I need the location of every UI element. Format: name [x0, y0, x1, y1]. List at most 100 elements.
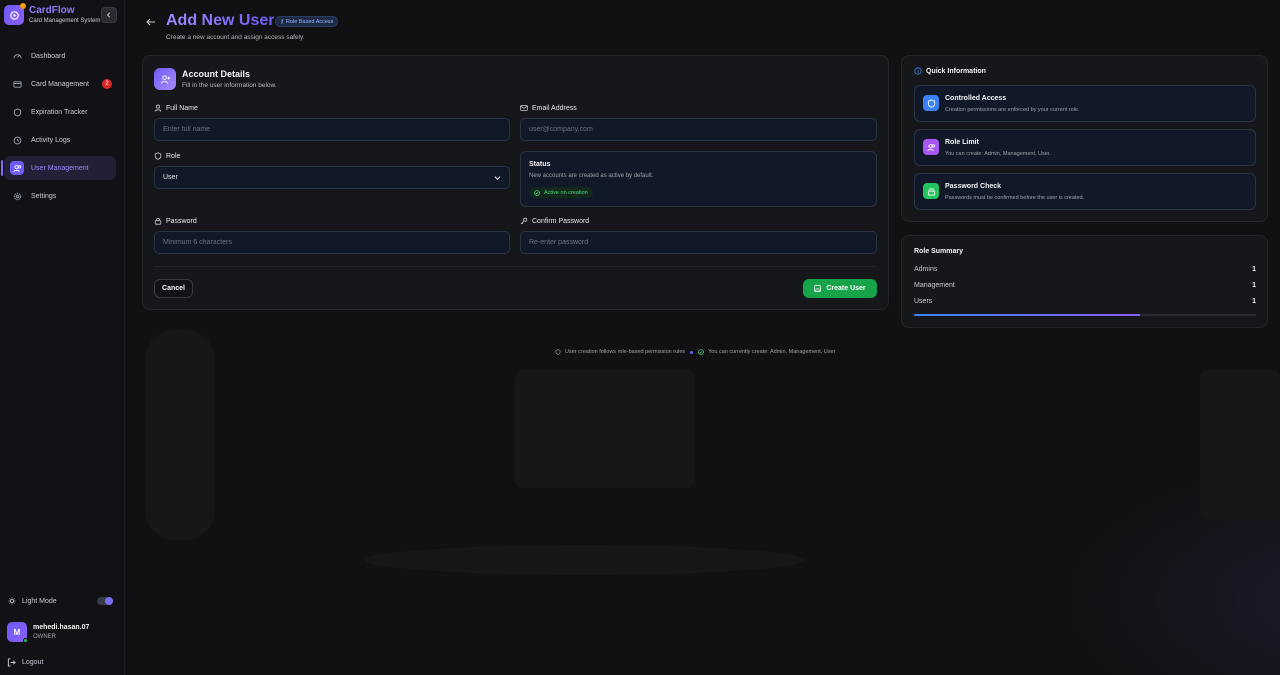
role-select[interactable]: User — [154, 166, 510, 189]
background-illustration — [145, 330, 215, 540]
chevron-left-icon — [106, 12, 111, 18]
sidebar-item-settings[interactable]: Settings — [4, 184, 116, 208]
sun-icon — [8, 597, 16, 605]
quick-info-item-title: Password Check — [945, 183, 1002, 190]
user-profile[interactable]: M mehedi.hasan.07 OWNER — [7, 622, 90, 643]
quick-information-title: Quick Information — [914, 67, 986, 75]
shield-icon — [923, 95, 939, 111]
account-details-title: Account Details — [182, 69, 251, 79]
user-icon — [154, 104, 162, 112]
check-circle-icon — [534, 189, 540, 196]
label-text: Role — [166, 152, 181, 160]
key-icon: ⚷ — [280, 18, 285, 25]
avatar: M — [7, 622, 28, 643]
form-divider — [154, 266, 877, 267]
quick-info-item-desc: Creation permissions are enforced by you… — [945, 107, 1080, 113]
email-input[interactable] — [520, 118, 877, 141]
sidebar-item-label: Expiration Tracker — [31, 108, 88, 116]
role-summary-title: Role Summary — [914, 248, 964, 255]
gauge-icon — [12, 51, 22, 61]
key-icon — [520, 217, 528, 225]
status-box: Status New accounts are created as activ… — [520, 151, 877, 207]
role-summary-label: Admins — [914, 266, 938, 273]
sidebar-item-label: Activity Logs — [31, 136, 71, 144]
light-mode-row: Light Mode — [8, 595, 115, 607]
gear-icon — [12, 191, 22, 201]
role-based-access-pill: ⚷ Role Based Access — [275, 16, 339, 27]
logout-icon — [7, 658, 16, 667]
page-title: Add New User — [166, 12, 275, 29]
chevron-down-icon — [494, 176, 501, 180]
status-badge: Active on creation — [529, 187, 593, 198]
confirm-password-label: Confirm Password — [520, 217, 589, 225]
quick-info-item: Password Check Passwords must be confirm… — [914, 173, 1256, 210]
role-summary-label: Management — [914, 282, 955, 289]
sidebar-item-expiration-tracker[interactable]: Expiration Tracker — [4, 100, 116, 124]
users-icon — [923, 139, 939, 155]
label-text: Full Name — [166, 104, 198, 112]
role-summary-row: Management 1 — [914, 282, 1256, 292]
brand-logo-icon — [4, 3, 26, 25]
footer-note-text: You can currently create: Admin, Managem… — [708, 349, 836, 355]
full-name-label: Full Name — [154, 104, 198, 112]
sidebar-item-user-management[interactable]: User Management — [1, 156, 116, 180]
logout-button[interactable]: Logout — [7, 658, 43, 667]
light-mode-toggle[interactable] — [97, 597, 113, 605]
background-illustration — [515, 370, 695, 488]
sidebar-item-activity-logs[interactable]: Activity Logs — [4, 128, 116, 152]
sidebar-item-card-management[interactable]: Card Management 2 — [4, 72, 116, 96]
collapse-sidebar-button[interactable] — [101, 7, 117, 23]
shield-icon — [154, 152, 162, 160]
role-summary-row: Admins 1 — [914, 266, 1256, 276]
role-summary-progress-fill — [914, 314, 1140, 316]
create-user-button[interactable]: Create User — [803, 279, 877, 298]
footer-note: User creation follows role-based permiss… — [555, 349, 835, 355]
brand-name: CardFlow — [29, 5, 75, 16]
notification-badge: 2 — [102, 79, 112, 89]
separator-dot — [690, 350, 694, 354]
brand[interactable]: CardFlow Card Management System — [4, 3, 100, 26]
sidebar-item-dashboard[interactable]: Dashboard — [4, 44, 116, 68]
password-label: Password — [154, 217, 197, 225]
sidebar-item-label: Card Management — [31, 80, 89, 88]
confirm-password-input[interactable] — [520, 231, 877, 254]
sidebar-item-label: Dashboard — [31, 52, 66, 60]
create-user-label: Create User — [826, 285, 866, 292]
status-title: Status — [529, 161, 551, 168]
cancel-button[interactable]: Cancel — [154, 279, 193, 298]
info-icon — [914, 67, 922, 75]
sidebar: CardFlow Card Management System Dashboar… — [0, 0, 125, 675]
mail-icon — [520, 104, 528, 112]
role-summary-label: Users — [914, 298, 933, 305]
background-illustration — [1200, 370, 1280, 520]
account-details-subtitle: Fill in the user information below. — [182, 82, 277, 89]
role-label: Role — [154, 152, 180, 160]
shield-icon — [555, 349, 561, 355]
label-text: Confirm Password — [532, 217, 590, 225]
role-select-value: User — [163, 174, 178, 181]
password-input[interactable] — [154, 231, 510, 254]
save-icon — [814, 285, 822, 292]
role-summary-value: 1 — [1252, 298, 1256, 305]
email-label: Email Address — [520, 104, 577, 112]
toggle-knob — [105, 597, 113, 605]
pill-label: Role Based Access — [286, 18, 334, 25]
user-name: mehedi.hasan.07 — [33, 623, 90, 631]
user-plus-icon — [154, 68, 176, 90]
quick-info-item-desc: You can create: Admin, Management, User. — [945, 151, 1051, 157]
sidebar-item-label: User Management — [31, 164, 89, 172]
light-mode-label: Light Mode — [22, 597, 57, 605]
sidebar-item-label: Settings — [31, 192, 57, 200]
full-name-input[interactable] — [154, 118, 510, 141]
quick-info-item-title: Role Limit — [945, 139, 979, 146]
label-text: Password — [166, 217, 197, 225]
page-subtitle: Create a new account and assign access s… — [166, 34, 305, 41]
logout-label: Logout — [22, 659, 44, 666]
online-status-icon — [23, 638, 28, 643]
role-summary-row: Users 1 — [914, 298, 1256, 308]
back-button[interactable] — [145, 15, 157, 27]
arrow-left-icon — [146, 18, 155, 26]
status-description: New accounts are created as active by de… — [529, 173, 654, 179]
quick-info-item: Controlled Access Creation permissions a… — [914, 85, 1256, 122]
quick-info-item-desc: Passwords must be confirmed before the u… — [945, 195, 1085, 201]
